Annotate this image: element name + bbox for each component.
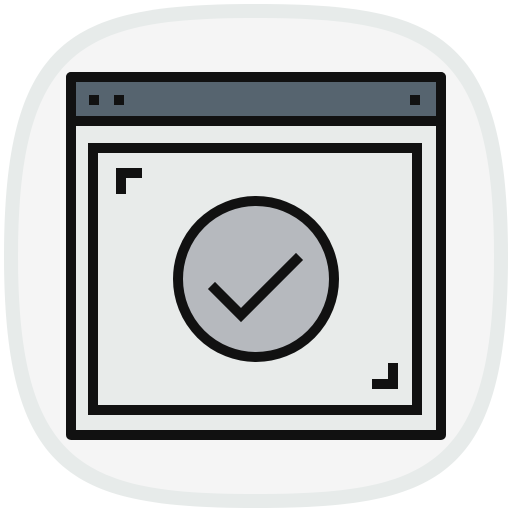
- check-circle: [173, 196, 339, 362]
- window-dot-2: [114, 95, 124, 105]
- browser-window-icon: [66, 72, 446, 440]
- window-titlebar: [66, 72, 446, 126]
- window-dot-3: [410, 95, 420, 105]
- app-icon-tile: [0, 0, 512, 512]
- window-dot-1: [89, 95, 99, 105]
- app-icon-graphic: [4, 4, 508, 508]
